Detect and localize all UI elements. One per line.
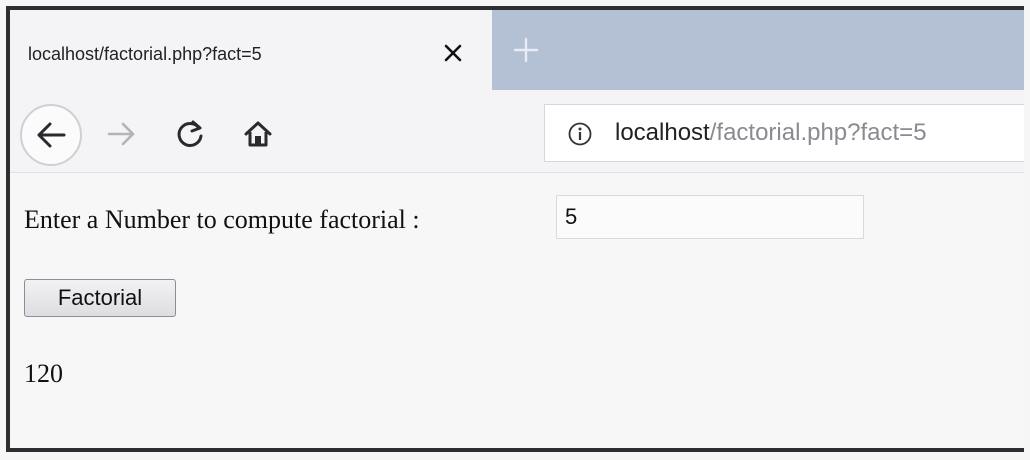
factorial-result: 120 <box>24 359 63 388</box>
close-icon[interactable] <box>436 36 470 70</box>
tab-strip: localhost/factorial.php?fact=5 <box>10 10 1024 90</box>
back-button[interactable] <box>20 104 82 166</box>
address-bar[interactable]: localhost/factorial.php?fact=5 <box>544 104 1024 162</box>
number-prompt-label: Enter a Number to compute factorial : <box>24 205 420 234</box>
info-icon[interactable] <box>567 121 593 147</box>
arrow-left-icon <box>37 122 66 148</box>
tab-title: localhost/factorial.php?fact=5 <box>28 44 262 64</box>
reload-icon[interactable] <box>168 112 212 156</box>
factorial-button[interactable]: Factorial <box>24 279 176 317</box>
active-tab[interactable]: localhost/factorial.php?fact=5 <box>10 10 492 90</box>
arrow-right-icon[interactable] <box>100 112 144 156</box>
plus-icon[interactable] <box>506 30 546 70</box>
browser-window: localhost/factorial.php?fact=5 localhost… <box>6 6 1024 452</box>
url-text: localhost/factorial.php?fact=5 <box>615 119 927 147</box>
url-host: localhost <box>615 119 710 146</box>
page-content: Enter a Number to compute factorial : Fa… <box>10 173 1024 448</box>
navigation-bar: localhost/factorial.php?fact=5 <box>10 90 1024 173</box>
number-input[interactable] <box>556 195 864 239</box>
url-path: /factorial.php?fact=5 <box>709 119 927 146</box>
home-icon[interactable] <box>236 112 280 156</box>
